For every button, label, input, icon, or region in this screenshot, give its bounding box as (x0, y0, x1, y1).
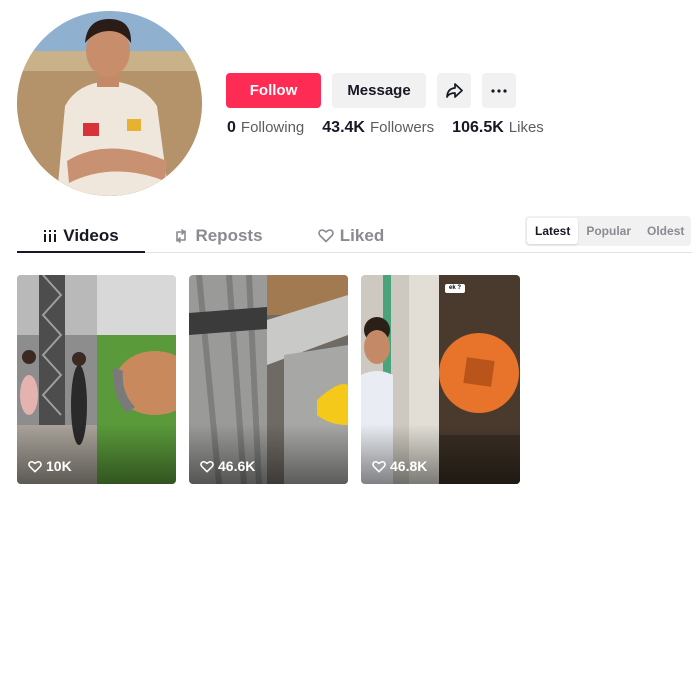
stat-label: Followers (369, 119, 435, 136)
stat-label: Following (240, 119, 305, 136)
profile-stats: 0 Following 43.4K Followers 106.5K Likes (227, 119, 562, 137)
active-tab-indicator (17, 251, 145, 253)
view-count: 10K (28, 458, 72, 474)
tab-liked-label: Liked (339, 225, 385, 245)
tab-videos[interactable]: Videos (17, 219, 145, 252)
share-button[interactable] (437, 73, 471, 108)
view-count-value: 10K (46, 458, 72, 474)
stat-value: 0 (227, 119, 236, 136)
heart-outline-icon (372, 460, 386, 472)
more-dots-icon (491, 88, 507, 93)
heart-outline-icon (200, 460, 214, 472)
stat-value: 106.5K (452, 119, 504, 136)
message-button[interactable]: Message (332, 73, 426, 108)
view-count-value: 46.8K (390, 458, 428, 474)
message-button-label: Message (347, 82, 411, 99)
sort-oldest[interactable]: Oldest (639, 218, 692, 244)
video-sticker: ek ? (445, 284, 466, 293)
video-card[interactable]: 46.6K (189, 275, 348, 484)
heart-outline-icon (318, 229, 334, 243)
stat-followers[interactable]: 43.4K Followers (322, 119, 434, 137)
tab-reposts-label: Reposts (195, 225, 263, 245)
more-options-button[interactable] (482, 73, 516, 108)
repost-icon (176, 228, 187, 243)
view-count-value: 46.6K (218, 458, 256, 474)
card-shade (361, 424, 520, 484)
heart-outline-icon (28, 460, 42, 472)
stat-label: Likes (508, 119, 544, 136)
video-card[interactable]: 10K (17, 275, 176, 484)
view-count: 46.6K (200, 458, 255, 474)
profile-avatar[interactable] (17, 11, 202, 196)
grid-bars-icon (44, 229, 57, 242)
view-count: 46.8K (372, 458, 427, 474)
sort-toggle: Latest Popular Oldest (525, 216, 691, 246)
stat-value: 43.4K (322, 119, 365, 136)
stat-following[interactable]: 0 Following (227, 119, 304, 137)
card-shade (189, 424, 348, 484)
video-card[interactable]: ek ? 46.8K (361, 275, 520, 484)
card-shade (17, 424, 176, 484)
sort-popular[interactable]: Popular (578, 218, 639, 244)
tab-reposts[interactable]: Reposts (153, 219, 283, 252)
stat-likes: 106.5K Likes (452, 119, 544, 137)
tab-liked[interactable]: Liked (293, 219, 409, 252)
follow-button[interactable]: Follow (226, 73, 321, 108)
share-arrow-icon (446, 82, 463, 98)
tab-videos-label: Videos (63, 225, 119, 245)
sort-latest[interactable]: Latest (527, 218, 579, 244)
follow-button-label: Follow (249, 82, 298, 99)
